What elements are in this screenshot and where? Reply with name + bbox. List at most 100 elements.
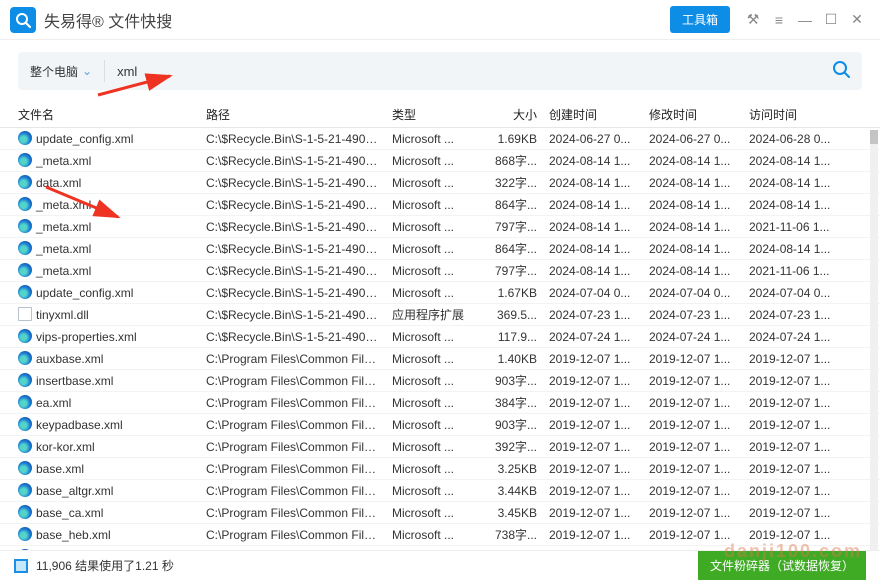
file-mtime: 2024-08-14 1...	[643, 176, 743, 190]
file-type: Microsoft ...	[386, 396, 471, 410]
table-row[interactable]: ea.xmlC:\Program Files\Common File...Mic…	[0, 392, 880, 414]
file-size: 903字...	[471, 372, 543, 389]
col-ctime[interactable]: 创建时间	[543, 106, 643, 123]
file-path: C:\Program Files\Common File...	[200, 440, 386, 454]
table-row[interactable]: base_heb.xmlC:\Program Files\Common File…	[0, 524, 880, 546]
file-mtime: 2019-12-07 1...	[643, 352, 743, 366]
file-atime: 2024-08-14 1...	[743, 176, 843, 190]
table-row[interactable]: base.xmlC:\Program Files\Common File...M…	[0, 458, 880, 480]
edge-icon	[18, 131, 32, 145]
file-type: Microsoft ...	[386, 506, 471, 520]
file-size: 797字...	[471, 262, 543, 279]
file-type: Microsoft ...	[386, 528, 471, 542]
file-name: _meta.xml	[36, 198, 91, 212]
file-path: C:\$Recycle.Bin\S-1-5-21-4909...	[200, 308, 386, 322]
scrollbar[interactable]	[870, 130, 878, 550]
recover-button[interactable]: 文件粉碎器（试数据恢复）	[698, 551, 866, 580]
file-mtime: 2024-06-27 0...	[643, 132, 743, 146]
scrollbar-thumb[interactable]	[870, 130, 878, 144]
file-path: C:\Program Files\Common File...	[200, 528, 386, 542]
chevron-down-icon: ⌄	[82, 64, 92, 78]
file-path: C:\$Recycle.Bin\S-1-5-21-4909...	[200, 176, 386, 190]
file-atime: 2024-06-28 0...	[743, 132, 843, 146]
edge-icon	[18, 439, 32, 453]
table-row[interactable]: _meta.xml C:\$Recycle.Bin\S-1-5-21-4909..…	[0, 194, 880, 216]
search-icon[interactable]	[832, 60, 850, 83]
file-ctime: 2024-07-23 1...	[543, 308, 643, 322]
table-row[interactable]: _meta.xmlC:\$Recycle.Bin\S-1-5-21-4909..…	[0, 216, 880, 238]
file-size: 384字...	[471, 394, 543, 411]
file-path: C:\$Recycle.Bin\S-1-5-21-4909...	[200, 264, 386, 278]
app-title: 失易得® 文件快搜	[44, 8, 670, 32]
select-all-checkbox[interactable]	[14, 559, 28, 573]
table-row[interactable]: vips-properties.xmlC:\$Recycle.Bin\S-1-5…	[0, 326, 880, 348]
file-type: Microsoft ...	[386, 440, 471, 454]
file-type: Microsoft ...	[386, 220, 471, 234]
table-row[interactable]: auxbase.xmlC:\Program Files\Common File.…	[0, 348, 880, 370]
file-path: C:\$Recycle.Bin\S-1-5-21-4909...	[200, 198, 386, 212]
status-bar: 11,906 结果使用了1.21 秒 文件粉碎器（试数据恢复）	[0, 550, 880, 580]
file-path: C:\Program Files\Common File...	[200, 374, 386, 388]
table-body: update_config.xml C:\$Recycle.Bin\S-1-5-2…	[0, 128, 880, 562]
file-size: 868字...	[471, 152, 543, 169]
table-row[interactable]: _meta.xmlC:\$Recycle.Bin\S-1-5-21-4909..…	[0, 238, 880, 260]
table-row[interactable]: kor-kor.xmlC:\Program Files\Common File.…	[0, 436, 880, 458]
table-row[interactable]: update_config.xmlC:\$Recycle.Bin\S-1-5-2…	[0, 282, 880, 304]
edge-icon	[18, 329, 32, 343]
col-size[interactable]: 大小	[471, 106, 543, 123]
table-row[interactable]: _meta.xmlC:\$Recycle.Bin\S-1-5-21-4909..…	[0, 260, 880, 282]
file-type: Microsoft ...	[386, 176, 471, 190]
table-header: 文件名 路径 类型 大小 创建时间 修改时间 访问时间	[0, 102, 880, 128]
col-atime[interactable]: 访问时间	[743, 106, 843, 123]
file-name: base_altgr.xml	[36, 484, 113, 498]
file-atime: 2024-08-14 1...	[743, 154, 843, 168]
file-path: C:\$Recycle.Bin\S-1-5-21-4909...	[200, 220, 386, 234]
table-row[interactable]: tinyxml.dllC:\$Recycle.Bin\S-1-5-21-4909…	[0, 304, 880, 326]
file-size: 3.44KB	[471, 484, 543, 498]
file-path: C:\Program Files\Common File...	[200, 462, 386, 476]
file-path: C:\Program Files\Common File...	[200, 506, 386, 520]
file-name: _meta.xml	[36, 242, 91, 256]
file-atime: 2019-12-07 1...	[743, 396, 843, 410]
close-icon[interactable]: ✕	[846, 9, 868, 31]
file-atime: 2019-12-07 1...	[743, 374, 843, 388]
file-type: Microsoft ...	[386, 484, 471, 498]
table-row[interactable]: keypadbase.xmlC:\Program Files\Common Fi…	[0, 414, 880, 436]
file-size: 738字...	[471, 526, 543, 543]
file-name: insertbase.xml	[36, 374, 113, 388]
table-row[interactable]: update_config.xmlC:\$Recycle.Bin\S-1-5-2…	[0, 128, 880, 150]
edge-icon	[18, 395, 32, 409]
edge-icon	[18, 527, 32, 541]
file-type: 应用程序扩展	[386, 306, 471, 323]
file-mtime: 2024-08-14 1...	[643, 220, 743, 234]
settings-icon[interactable]: ⚒	[742, 9, 764, 31]
file-type: Microsoft ...	[386, 462, 471, 476]
table-row[interactable]: data.xmlC:\$Recycle.Bin\S-1-5-21-4909...…	[0, 172, 880, 194]
col-name[interactable]: 文件名	[0, 106, 200, 123]
app-logo-icon	[10, 7, 36, 33]
file-mtime: 2024-07-23 1...	[643, 308, 743, 322]
scope-selector[interactable]: 整个电脑 ⌄	[30, 60, 105, 82]
edge-icon	[18, 483, 32, 497]
minimize-icon[interactable]: —	[794, 9, 816, 31]
file-type: Microsoft ...	[386, 242, 471, 256]
table-row[interactable]: _meta.xmlC:\$Recycle.Bin\S-1-5-21-4909..…	[0, 150, 880, 172]
search-input[interactable]	[117, 64, 832, 79]
file-atime: 2024-07-24 1...	[743, 330, 843, 344]
table-row[interactable]: base_ca.xmlC:\Program Files\Common File.…	[0, 502, 880, 524]
toolbox-button[interactable]: 工具箱	[670, 6, 730, 33]
col-type[interactable]: 类型	[386, 106, 471, 123]
table-row[interactable]: insertbase.xml C:\Program Files\Common Fi…	[0, 370, 880, 392]
file-size: 864字...	[471, 240, 543, 257]
maximize-icon[interactable]: ☐	[820, 9, 842, 31]
col-path[interactable]: 路径	[200, 106, 386, 123]
col-mtime[interactable]: 修改时间	[643, 106, 743, 123]
table-row[interactable]: base_altgr.xmlC:\Program Files\Common Fi…	[0, 480, 880, 502]
edge-icon	[18, 241, 32, 255]
file-atime: 2019-12-07 1...	[743, 418, 843, 432]
file-name: update_config.xml	[36, 132, 133, 146]
menu-icon[interactable]: ≡	[768, 9, 790, 31]
file-atime: 2019-12-07 1...	[743, 440, 843, 454]
file-mtime: 2024-08-14 1...	[643, 198, 743, 212]
file-atime: 2019-12-07 1...	[743, 352, 843, 366]
